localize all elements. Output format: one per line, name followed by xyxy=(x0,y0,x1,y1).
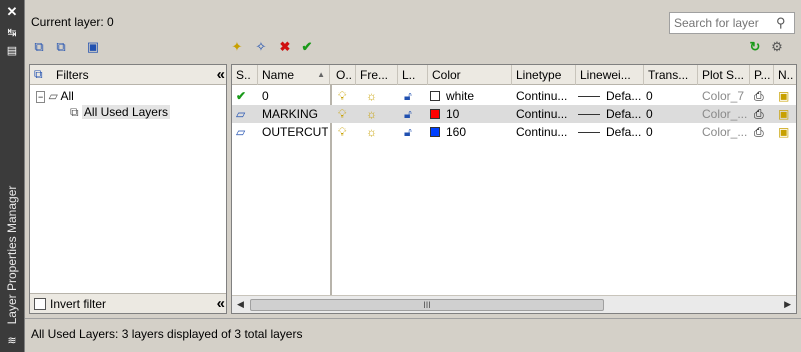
layer-icon: ▱ xyxy=(236,107,246,121)
tree-label: All Used Layers xyxy=(81,105,170,119)
filters-footer: Invert filter « xyxy=(30,293,226,313)
filter-group-icon: ▱ xyxy=(48,89,58,103)
col-linetype[interactable]: Linetype xyxy=(512,65,576,85)
filters-header: ⧉ Filters « xyxy=(30,65,226,85)
close-icon[interactable]: ✕ xyxy=(4,4,20,20)
filters-pane: ⧉ Filters « − ▱ All ⧉ All Used Layers In… xyxy=(29,64,227,314)
vp-freeze-icon[interactable]: ▣ xyxy=(778,105,794,123)
on-bulb-icon[interactable]: 💡︎ xyxy=(338,87,352,105)
status-text: All Used Layers: 3 layers displayed of 3… xyxy=(31,327,303,341)
vp-freeze-icon[interactable]: ▣ xyxy=(778,123,794,141)
window-title: Layer Properties Manager xyxy=(5,185,19,325)
printer-icon[interactable]: ⎙ xyxy=(754,105,772,123)
palette-icon[interactable]: ≋ xyxy=(4,334,20,348)
new-property-filter-icon[interactable]: ⧉ xyxy=(29,38,49,56)
unlock-icon[interactable]: 🔓︎ xyxy=(404,105,418,123)
transparency-cell[interactable]: 0 xyxy=(646,87,696,105)
thaw-sun-icon[interactable]: ☼ xyxy=(366,105,382,123)
tree-item-all[interactable]: − ▱ All xyxy=(36,89,74,103)
search-icon[interactable]: ⚲ xyxy=(776,15,790,30)
linetype-cell[interactable]: Continu... xyxy=(516,105,574,123)
vp-freeze-icon[interactable]: ▣ xyxy=(778,87,794,105)
thaw-sun-icon[interactable]: ☼ xyxy=(366,87,382,105)
filters-title: Filters xyxy=(56,68,89,82)
layer-states-manager-icon[interactable]: ▣ xyxy=(83,38,103,56)
linetype-cell[interactable]: Continu... xyxy=(516,87,574,105)
new-layer-icon[interactable]: ✦ xyxy=(227,38,247,56)
refresh-icon[interactable]: ↻ xyxy=(745,38,765,56)
col-transparency[interactable]: Trans... xyxy=(644,65,698,85)
color-cell[interactable]: 160 xyxy=(430,123,510,141)
filter-icon: ⧉ xyxy=(34,67,43,81)
color-swatch xyxy=(430,91,440,101)
search-box[interactable]: ⚲ xyxy=(669,12,795,34)
layer-name: MARKING xyxy=(262,107,319,121)
lineweight-cell[interactable]: Defa... xyxy=(578,105,642,123)
search-input[interactable] xyxy=(670,13,770,33)
printer-icon[interactable]: ⎙ xyxy=(754,87,772,105)
layer-manager-panel: Current layer: 0 ⚲ ⧉ ⧉ ▣ ✦ ✧ ✖ ✔ ↻ ⚙ ⧉ F… xyxy=(24,0,801,352)
color-swatch xyxy=(430,109,440,119)
on-bulb-icon[interactable]: 💡︎ xyxy=(338,123,352,141)
col-on[interactable]: O.. xyxy=(332,65,356,85)
current-layer-label: Current layer: 0 xyxy=(31,15,114,29)
on-bulb-icon[interactable]: 💡︎ xyxy=(338,105,352,123)
scrollbar-thumb[interactable]: III xyxy=(250,299,604,311)
set-current-icon[interactable]: ✔ xyxy=(297,38,317,56)
col-plot[interactable]: P... xyxy=(750,65,774,85)
color-cell[interactable]: white xyxy=(430,87,510,105)
lineweight-cell[interactable]: Defa... xyxy=(578,87,642,105)
col-lock[interactable]: L.. xyxy=(398,65,428,85)
col-freeze[interactable]: Fre... xyxy=(356,65,398,85)
col-status[interactable]: S.. xyxy=(232,65,258,85)
settings-icon[interactable]: ⚙ xyxy=(767,38,787,56)
layer-name: OUTERCUT xyxy=(262,125,328,139)
current-layer-icon: ✔ xyxy=(236,89,247,103)
auto-hide-icon[interactable]: ↹ xyxy=(4,26,20,40)
linetype-cell[interactable]: Continu... xyxy=(516,123,574,141)
plot-style-cell: Color_... xyxy=(702,125,748,139)
collapse-icon[interactable]: « xyxy=(217,295,226,312)
unlock-icon[interactable]: 🔓︎ xyxy=(404,123,418,141)
delete-layer-icon[interactable]: ✖ xyxy=(275,38,295,56)
layer-list: S.. Name ▲ O.. Fre... L.. Color Linetype … xyxy=(231,64,797,314)
tree-item-all-used-layers[interactable]: ⧉ All Used Layers xyxy=(70,105,170,120)
transparency-cell[interactable]: 0 xyxy=(646,123,696,141)
color-swatch xyxy=(430,127,440,137)
properties-icon[interactable]: ▤ xyxy=(4,44,20,58)
col-color[interactable]: Color xyxy=(428,65,512,85)
thaw-sun-icon[interactable]: ☼ xyxy=(366,123,382,141)
printer-icon[interactable]: ⎙ xyxy=(754,123,772,141)
expand-icon[interactable]: − xyxy=(36,91,46,103)
title-strip: ✕ ↹ ▤ Layer Properties Manager ≋ xyxy=(0,0,24,352)
color-cell[interactable]: 10 xyxy=(430,105,510,123)
scroll-right-icon[interactable]: ▶ xyxy=(784,299,791,310)
filter-icon: ⧉ xyxy=(70,105,79,119)
col-lineweight[interactable]: Linewei... xyxy=(576,65,644,85)
lineweight-cell[interactable]: Defa... xyxy=(578,123,642,141)
new-layer-vp-frozen-icon[interactable]: ✧ xyxy=(251,38,271,56)
layer-name: 0 xyxy=(262,89,269,103)
table-row[interactable]: ▱ MARKING 💡︎ ☼ 🔓︎ 10 Continu... Defa... … xyxy=(232,105,796,123)
sort-icon: ▲ xyxy=(317,70,325,79)
transparency-cell[interactable]: 0 xyxy=(646,105,696,123)
status-bar: All Used Layers: 3 layers displayed of 3… xyxy=(25,318,801,352)
col-name[interactable]: Name ▲ xyxy=(258,65,330,85)
col-plot-style[interactable]: Plot S... xyxy=(698,65,750,85)
invert-filter-label: Invert filter xyxy=(50,297,107,311)
layer-icon: ▱ xyxy=(236,125,246,139)
column-headers: S.. Name ▲ O.. Fre... L.. Color Linetype … xyxy=(232,65,796,85)
invert-filter-checkbox[interactable] xyxy=(34,298,46,310)
collapse-icon[interactable]: « xyxy=(217,66,226,83)
col-new-vp-freeze[interactable]: N.. xyxy=(774,65,796,85)
new-group-filter-icon[interactable]: ⧉ xyxy=(51,38,71,56)
horizontal-scrollbar[interactable]: ◀ III ▶ xyxy=(232,295,796,313)
table-row[interactable]: ✔ 0 💡︎ ☼ 🔓︎ white Continu... Defa... 0 C… xyxy=(232,87,796,105)
tree-label: All xyxy=(60,89,74,103)
plot-style-cell: Color_7 xyxy=(702,89,745,103)
plot-style-cell: Color_... xyxy=(702,107,748,121)
scroll-left-icon[interactable]: ◀ xyxy=(237,299,244,310)
table-row[interactable]: ▱ OUTERCUT 💡︎ ☼ 🔓︎ 160 Continu... Defa..… xyxy=(232,123,796,141)
unlock-icon[interactable]: 🔓︎ xyxy=(404,87,418,105)
